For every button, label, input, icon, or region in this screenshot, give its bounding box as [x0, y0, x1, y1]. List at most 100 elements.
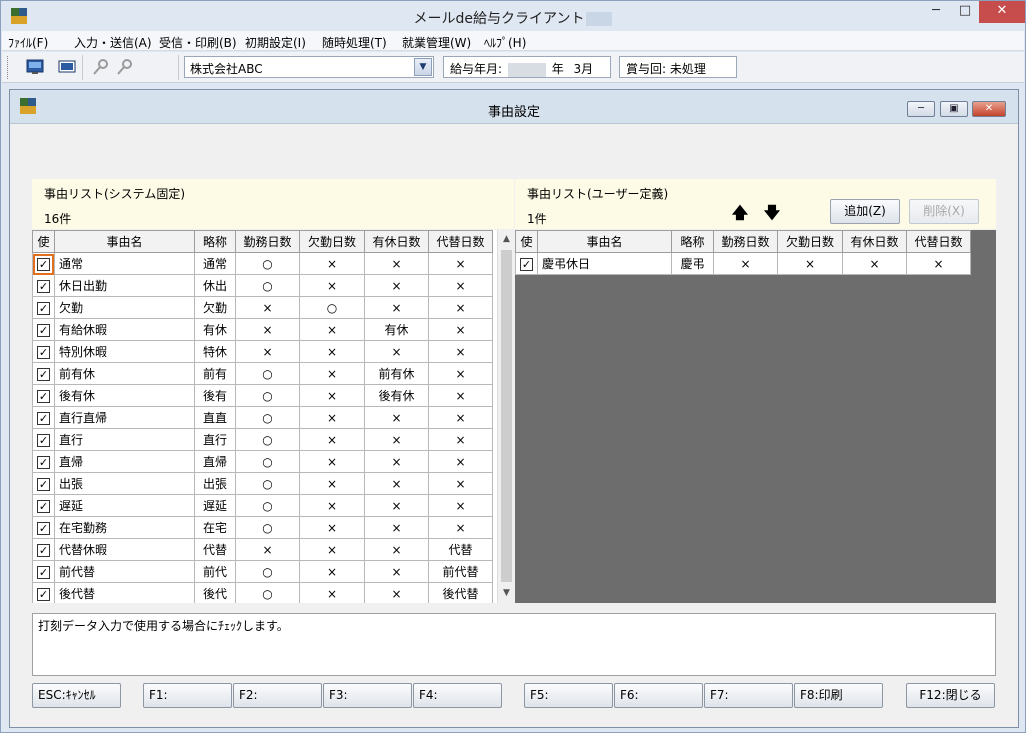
- move-up-icon[interactable]: 🡅: [731, 205, 749, 223]
- add-button[interactable]: 追加(Z): [830, 199, 900, 224]
- work-days[interactable]: ○: [235, 274, 300, 297]
- reason-abbr[interactable]: 直直: [194, 406, 236, 429]
- paid-days[interactable]: ×: [364, 296, 429, 319]
- chevron-down-icon[interactable]: ▼: [414, 58, 432, 76]
- reason-name[interactable]: 前有休: [54, 362, 195, 385]
- table-row[interactable]: ✓ 直帰 直帰 ○ × × ×: [32, 450, 493, 473]
- reason-abbr[interactable]: 出張: [194, 472, 236, 495]
- table-row[interactable]: ✓ 後代替 後代 ○ × × 後代替: [32, 582, 493, 603]
- child-close-button[interactable]: ✕: [972, 101, 1006, 117]
- use-cell[interactable]: ✓: [32, 340, 55, 363]
- reason-abbr[interactable]: 特休: [194, 340, 236, 363]
- absent-days[interactable]: ×: [299, 318, 365, 341]
- absent-days[interactable]: ×: [299, 406, 365, 429]
- work-days[interactable]: ○: [235, 252, 300, 275]
- use-cell[interactable]: ✓: [32, 296, 55, 319]
- paid-days[interactable]: 有休: [364, 318, 429, 341]
- reason-abbr[interactable]: 在宅: [194, 516, 236, 539]
- checkbox-checked-icon[interactable]: ✓: [37, 323, 50, 337]
- f6-button[interactable]: F6:: [614, 683, 703, 708]
- paid-days[interactable]: ×: [364, 428, 429, 451]
- f3-button[interactable]: F3:: [323, 683, 412, 708]
- use-cell[interactable]: ✓: [32, 450, 55, 473]
- checkbox-checked-icon[interactable]: ✓: [37, 433, 50, 447]
- work-days[interactable]: ○: [235, 428, 300, 451]
- use-cell[interactable]: ✓: [32, 538, 55, 561]
- reason-name[interactable]: 特別休暇: [54, 340, 195, 363]
- sub-days[interactable]: 後代替: [428, 582, 493, 603]
- checkbox-checked-icon[interactable]: ✓: [37, 499, 50, 513]
- sub-days[interactable]: ×: [428, 274, 493, 297]
- use-cell[interactable]: ✓: [32, 362, 55, 385]
- paid-days[interactable]: ×: [364, 450, 429, 473]
- checkbox-checked-icon[interactable]: ✓: [37, 301, 50, 315]
- reason-abbr[interactable]: 前代: [194, 560, 236, 583]
- sub-days[interactable]: ×: [428, 406, 493, 429]
- delete-button[interactable]: 削除(X): [909, 199, 979, 224]
- table-row[interactable]: ✓ 休日出勤 休出 ○ × × ×: [32, 274, 493, 297]
- checkbox-checked-icon[interactable]: ✓: [37, 389, 50, 403]
- work-days[interactable]: ○: [235, 516, 300, 539]
- work-days[interactable]: ×: [235, 340, 300, 363]
- work-days[interactable]: ○: [235, 494, 300, 517]
- table-row[interactable]: ✓ 慶弔休日 慶弔 × × × ×: [515, 252, 971, 275]
- system-grid-scrollbar[interactable]: ▲ ▼: [497, 230, 514, 603]
- sub-days[interactable]: 前代替: [428, 560, 493, 583]
- absent-days[interactable]: ×: [299, 494, 365, 517]
- f1-button[interactable]: F1:: [143, 683, 232, 708]
- f8-print-button[interactable]: F8:印刷: [794, 683, 883, 708]
- sub-days[interactable]: ×: [428, 318, 493, 341]
- use-cell[interactable]: ✓: [32, 582, 55, 603]
- reason-abbr[interactable]: 通常: [194, 252, 236, 275]
- table-row[interactable]: ✓ 前代替 前代 ○ × × 前代替: [32, 560, 493, 583]
- reason-abbr[interactable]: 代替: [194, 538, 236, 561]
- reason-abbr[interactable]: 欠勤: [194, 296, 236, 319]
- monitor-icon[interactable]: [26, 58, 44, 76]
- table-row[interactable]: ✓ 有給休暇 有休 × × 有休 ×: [32, 318, 493, 341]
- reason-name[interactable]: 後代替: [54, 582, 195, 603]
- reason-name[interactable]: 直帰: [54, 450, 195, 473]
- work-days[interactable]: ○: [235, 560, 300, 583]
- menu-initial-settings[interactable]: 初期設定(I): [245, 34, 306, 51]
- absent-days[interactable]: ×: [299, 274, 365, 297]
- reason-name[interactable]: 在宅勤務: [54, 516, 195, 539]
- table-row[interactable]: ✓ 在宅勤務 在宅 ○ × × ×: [32, 516, 493, 539]
- scroll-down-icon[interactable]: ▼: [498, 585, 514, 602]
- reason-name[interactable]: 欠勤: [54, 296, 195, 319]
- checkbox-checked-icon[interactable]: ✓: [37, 477, 50, 491]
- absent-days[interactable]: ×: [777, 252, 843, 275]
- absent-days[interactable]: ×: [299, 560, 365, 583]
- absent-days[interactable]: ×: [299, 516, 365, 539]
- checkbox-checked-icon[interactable]: ✓: [520, 257, 533, 271]
- absent-days[interactable]: ×: [299, 450, 365, 473]
- checkbox-checked-icon[interactable]: ✓: [37, 345, 50, 359]
- use-cell[interactable]: ✓: [32, 274, 55, 297]
- table-row[interactable]: ✓ 出張 出張 ○ × × ×: [32, 472, 493, 495]
- f2-button[interactable]: F2:: [233, 683, 322, 708]
- paid-days[interactable]: ×: [364, 494, 429, 517]
- reason-name[interactable]: 出張: [54, 472, 195, 495]
- work-days[interactable]: ○: [235, 384, 300, 407]
- checkbox-checked-icon[interactable]: ✓: [37, 587, 50, 601]
- f12-close-button[interactable]: F12:閉じる: [906, 683, 995, 708]
- sub-days[interactable]: ×: [428, 494, 493, 517]
- sub-days[interactable]: ×: [428, 472, 493, 495]
- table-row[interactable]: ✓ 後有休 後有 ○ × 後有休 ×: [32, 384, 493, 407]
- paid-days[interactable]: ×: [842, 252, 907, 275]
- absent-days[interactable]: ×: [299, 582, 365, 603]
- paid-days[interactable]: ×: [364, 538, 429, 561]
- sub-days[interactable]: ×: [428, 340, 493, 363]
- paid-days[interactable]: 前有休: [364, 362, 429, 385]
- menu-help[interactable]: ﾍﾙﾌﾟ(H): [484, 34, 526, 51]
- sub-days[interactable]: ×: [906, 252, 971, 275]
- reason-abbr[interactable]: 直帰: [194, 450, 236, 473]
- work-days[interactable]: ×: [235, 296, 300, 319]
- checkbox-checked-icon[interactable]: ✓: [33, 253, 54, 275]
- scroll-up-icon[interactable]: ▲: [498, 231, 514, 248]
- reason-name[interactable]: 遅延: [54, 494, 195, 517]
- table-row[interactable]: ✓ 代替休暇 代替 × × × 代替: [32, 538, 493, 561]
- sub-days[interactable]: ×: [428, 428, 493, 451]
- use-cell[interactable]: ✓: [32, 252, 55, 275]
- table-row[interactable]: ✓ 欠勤 欠勤 × ○ × ×: [32, 296, 493, 319]
- absent-days[interactable]: ×: [299, 384, 365, 407]
